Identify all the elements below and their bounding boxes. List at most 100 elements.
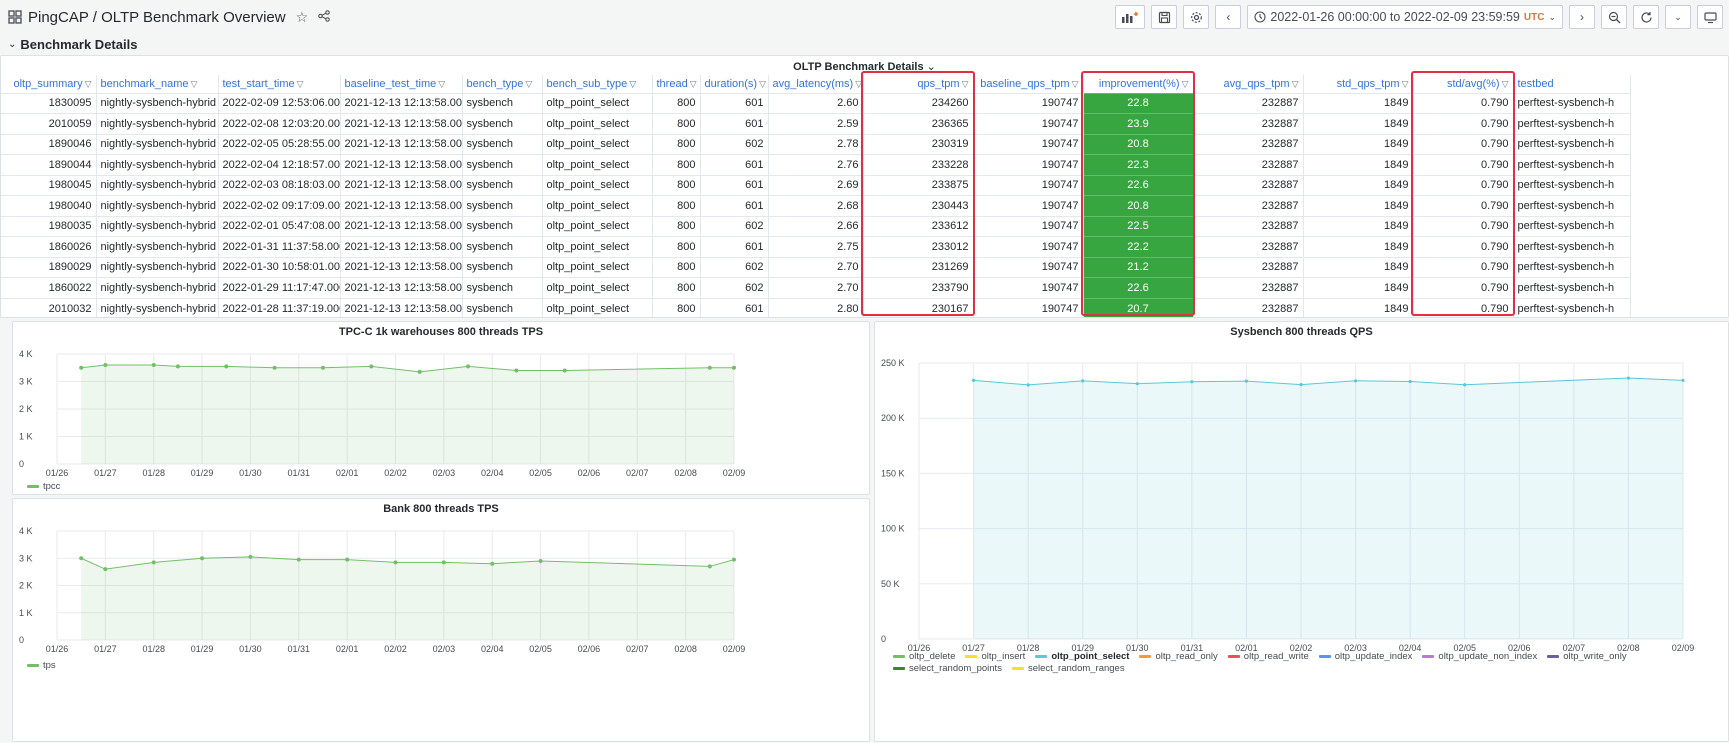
filter-funnel-icon[interactable]: ▽ <box>690 79 697 89</box>
cell-improvement: 22.6 <box>1083 277 1194 298</box>
tpcc-legend: tpcc <box>27 480 70 492</box>
legend-label: oltp_read_only <box>1155 650 1218 662</box>
dashboards-grid-icon[interactable] <box>8 10 22 24</box>
column-header-duration[interactable]: duration(s) ▽ <box>700 75 769 93</box>
cell-bench-type: sysbench <box>462 133 543 155</box>
legend-item-select-random-ranges[interactable]: select_random_ranges <box>1011 662 1125 674</box>
legend-item-oltp-write-only[interactable]: oltp_write_only <box>1547 650 1627 662</box>
legend-item-tpcc[interactable]: tpcc <box>27 480 60 492</box>
filter-funnel-icon[interactable]: ▽ <box>191 79 198 89</box>
filter-funnel-icon[interactable]: ▽ <box>525 79 532 89</box>
table-row[interactable]: 1860022 nightly-sysbench-hybrid 2022-01-29… <box>1 277 1631 298</box>
legend-item-oltp-insert[interactable]: oltp_insert <box>965 650 1025 662</box>
legend-item-oltp-update-index[interactable]: oltp_update_index <box>1318 650 1412 662</box>
legend-item-oltp-delete[interactable]: oltp_delete <box>893 650 955 662</box>
filter-funnel-icon[interactable]: ▽ <box>962 79 969 89</box>
cell-std-qps-tpm: 1849 <box>1303 113 1414 134</box>
column-header-testbed[interactable]: testbed <box>1513 75 1631 93</box>
table-panel-title[interactable]: OLTP Benchmark Details ⌄ <box>1 60 1728 73</box>
cell-std-qps-tpm: 1849 <box>1303 297 1414 317</box>
cell-oltp-summary: 1830095 <box>1 92 97 114</box>
x-tick-label: 01/27 <box>94 644 117 654</box>
cell-avg-qps-tpm: 232887 <box>1193 174 1304 196</box>
data-point <box>393 560 398 565</box>
table-row[interactable]: 1890044 nightly-sysbench-hybrid 2022-02-04… <box>1 154 1631 175</box>
filter-funnel-icon[interactable]: ▽ <box>1182 79 1189 89</box>
cell-test-start-time: 2022-02-04 12:18:57.000 <box>218 154 341 175</box>
cell-baseline-qps-tpm: 190747 <box>973 277 1084 298</box>
data-point <box>151 363 156 367</box>
data-point <box>175 364 180 369</box>
refresh-interval-dropdown[interactable]: ⌄ <box>1665 5 1691 29</box>
dashboard-settings-button[interactable] <box>1183 5 1210 29</box>
column-header-baseline-test-time[interactable]: baseline_test_time ▽ <box>340 75 463 93</box>
time-shift-back-button[interactable]: ‹ <box>1215 5 1242 29</box>
legend-item-oltp-read-only[interactable]: oltp_read_only <box>1139 650 1218 662</box>
column-header-qps-tpm[interactable]: qps_tpm ▽ <box>863 75 974 93</box>
x-tick-label: 01/28 <box>142 468 165 478</box>
table-row[interactable]: 1980045 nightly-sysbench-hybrid 2022-02-03… <box>1 174 1631 196</box>
zoom-out-button[interactable] <box>1601 5 1627 29</box>
legend-item-tps[interactable]: tps <box>27 659 56 671</box>
filter-funnel-icon[interactable]: ▽ <box>1292 79 1299 89</box>
data-point <box>224 364 229 369</box>
dashboard-title[interactable]: PingCAP / OLTP Benchmark Overview <box>28 9 286 26</box>
column-header-avg-qps-tpm[interactable]: avg_qps_tpm ▽ <box>1193 75 1304 93</box>
table-row[interactable]: 1890029 nightly-sysbench-hybrid 2022-01-30… <box>1 256 1631 278</box>
table-row[interactable]: 1980040 nightly-sysbench-hybrid 2022-02-02… <box>1 195 1631 216</box>
refresh-button[interactable] <box>1633 5 1659 29</box>
column-header-benchmark-name[interactable]: benchmark_name ▽ <box>96 75 219 93</box>
data-point <box>1135 382 1139 386</box>
chevron-down-icon: ⌄ <box>1674 11 1682 22</box>
star-icon[interactable]: ☆ <box>296 9 309 26</box>
column-header-thread[interactable]: thread ▽ <box>652 75 701 93</box>
column-header-std-avg[interactable]: std/avg(%) ▽ <box>1413 75 1514 93</box>
cell-qps-tpm: 233790 <box>863 277 974 298</box>
column-header-label: std/avg(%) <box>1447 77 1500 90</box>
column-header-oltp-summary[interactable]: oltp_summary ▽ <box>1 75 97 93</box>
filter-funnel-icon[interactable]: ▽ <box>438 79 445 89</box>
cell-baseline-test-time: 2021-12-13 12:13:58.000 <box>340 236 463 257</box>
filter-funnel-icon[interactable]: ▽ <box>297 79 304 89</box>
column-header-bench-sub-type[interactable]: bench_sub_type ▽ <box>542 75 653 93</box>
filter-funnel-icon[interactable]: ▽ <box>1402 79 1409 89</box>
time-range-picker[interactable]: 2022-01-26 00:00:00 to 2022-02-09 23:59:… <box>1247 5 1563 29</box>
column-header-improvement[interactable]: improvement(%) ▽ <box>1083 75 1194 93</box>
legend-swatch <box>1318 654 1331 658</box>
filter-funnel-icon[interactable]: ▽ <box>1502 79 1509 89</box>
legend-item-select-random-points[interactable]: select_random_points <box>893 662 1002 674</box>
table-row[interactable]: 1890046 nightly-sysbench-hybrid 2022-02-05… <box>1 133 1631 155</box>
row-benchmark-details[interactable]: ⌄ Benchmark Details <box>0 34 137 54</box>
column-header-std-qps-tpm[interactable]: std_qps_tpm ▽ <box>1303 75 1414 93</box>
add-panel-button[interactable] <box>1115 5 1146 29</box>
cell-std-qps-tpm: 1849 <box>1303 154 1414 175</box>
cell-baseline-qps-tpm: 190747 <box>973 113 1084 134</box>
column-header-test-start-time[interactable]: test_start_time ▽ <box>218 75 341 93</box>
table-row[interactable]: 1860026 nightly-sysbench-hybrid 2022-01-31… <box>1 236 1631 257</box>
table-row[interactable]: 1830095 nightly-sysbench-hybrid 2022-02-09… <box>1 92 1631 114</box>
legend-item-oltp-update-non-index[interactable]: oltp_update_non_index <box>1422 650 1537 662</box>
column-header-avg-latency[interactable]: avg_latency(ms) ▽ <box>768 75 864 93</box>
column-header-baseline-qps-tpm[interactable]: baseline_qps_tpm ▽ <box>973 75 1084 93</box>
filter-funnel-icon[interactable]: ▽ <box>85 79 92 89</box>
cell-duration: 602 <box>700 277 769 298</box>
cell-duration: 601 <box>700 174 769 196</box>
table-row[interactable]: 1980035 nightly-sysbench-hybrid 2022-02-01… <box>1 215 1631 237</box>
cell-benchmark-name: nightly-sysbench-hybrid <box>96 133 219 155</box>
time-shift-forward-button[interactable]: › <box>1569 5 1595 29</box>
legend-item-oltp-read-write[interactable]: oltp_read_write <box>1227 650 1309 662</box>
share-icon[interactable] <box>318 9 330 25</box>
column-header-bench-type[interactable]: bench_type ▽ <box>462 75 543 93</box>
filter-funnel-icon[interactable]: ▽ <box>1072 79 1079 89</box>
filter-funnel-icon[interactable]: ▽ <box>855 79 862 89</box>
filter-funnel-icon[interactable]: ▽ <box>759 79 766 89</box>
tv-mode-button[interactable] <box>1697 5 1723 29</box>
y-tick-label: 200 K <box>881 413 905 423</box>
table-row[interactable]: 2010032 nightly-sysbench-hybrid 2022-01-28… <box>1 297 1631 317</box>
table-row[interactable]: 2010059 nightly-sysbench-hybrid 2022-02-08… <box>1 113 1631 134</box>
legend-item-oltp-point-select[interactable]: oltp_point_select <box>1035 650 1129 662</box>
save-dashboard-button[interactable] <box>1151 5 1178 29</box>
cell-avg-latency: 2.80 <box>768 297 864 317</box>
cell-benchmark-name: nightly-sysbench-hybrid <box>96 195 219 216</box>
filter-funnel-icon[interactable]: ▽ <box>629 79 636 89</box>
